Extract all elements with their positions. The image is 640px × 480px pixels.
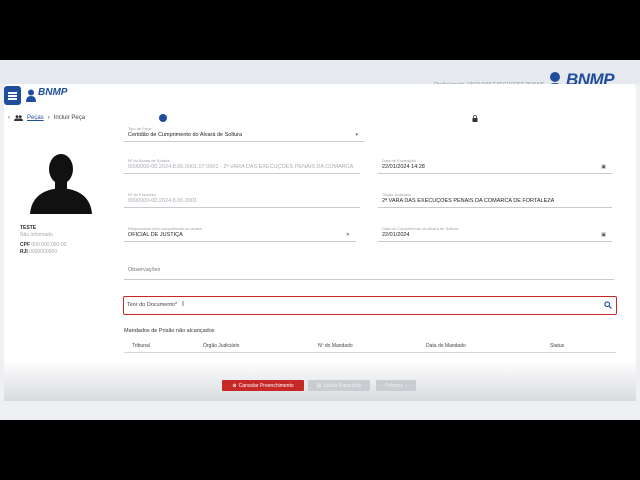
alvara-number-value: 0000000-00.2024.8.06.0001.07.0001 - 2ª V… (128, 164, 354, 170)
column-status: Status (550, 343, 565, 349)
users-icon (14, 115, 23, 121)
floppy-icon: ▤ (316, 382, 322, 389)
breadcrumb: ‹ Peças › Incluir Peça (8, 112, 85, 124)
person-avatar (30, 154, 92, 214)
judicial-body-field[interactable]: Órgão Judiciário 2ª VARA DAS EXECUÇÕES P… (378, 192, 612, 208)
user-icon[interactable] (159, 114, 167, 122)
cpf-label: CPF (20, 242, 30, 248)
expedition-date-field[interactable]: Data de Expedição 22/01/2024 14:28 ▣ (378, 158, 612, 174)
process-number-value: 0000000-00.2024.8.06.0001 (128, 198, 198, 204)
process-number-field[interactable]: Nº do Processo 0000000-00.2024.8.06.0001 (124, 192, 360, 208)
person-details: TESTE Não informado CPF 000.000.000-00 R… (20, 225, 66, 256)
process-number-label: Nº do Processo (128, 192, 156, 197)
responsible-label: Responsável pelo cumprimento do alvará (128, 226, 202, 231)
responsible-select[interactable]: Responsável pelo cumprimento do alvará O… (124, 226, 356, 242)
cpf-value: 000.000.000-00 (31, 242, 67, 248)
document-content-label: Teor do Documento* (127, 302, 178, 308)
doc-type-value: Certidão de Cumprimento do Alvará de Sol… (128, 132, 243, 138)
text-cursor-icon: I (182, 301, 184, 308)
breadcrumb-separator: › (47, 115, 50, 121)
judicial-body-value: 2ª VARA DAS EXECUÇÕES PENAIS DA COMARCA … (382, 198, 555, 204)
person-name-status: Não informado (20, 232, 53, 238)
breadcrumb-current: Incluir Peça (53, 115, 86, 121)
alvara-number-label: Nº do Alvará de Soltura (128, 158, 170, 163)
document-content-field[interactable]: Teor do Documento* I (123, 296, 617, 315)
person-name: TESTE (20, 225, 37, 231)
column-mandado: Nº do Mandado (318, 343, 353, 349)
calendar-icon[interactable]: ▣ (601, 232, 606, 238)
fulfillment-date-value: 22/01/2024 (382, 232, 410, 238)
cancel-button[interactable]: ⊗ Cancelar Preenchimento (222, 380, 304, 391)
search-icon[interactable] (604, 301, 612, 309)
judicial-body-label: Órgão Judiciário (382, 192, 412, 197)
top-strip (0, 60, 640, 84)
brand-subtitle-small (38, 98, 74, 103)
fulfillment-date-field[interactable]: Data do Cumprimento do Alvará de Soltura… (378, 226, 612, 242)
chevron-right-icon: › (405, 382, 407, 389)
app-window: BNMP Banco Nacional de Medidas Penais e … (0, 60, 640, 420)
observations-field[interactable]: Observações (124, 263, 614, 280)
warrants-table-title: Mandados de Prisão não alcançados (124, 328, 215, 334)
doc-type-select[interactable]: Tipo de Peça Certidão de Cumprimento do … (124, 126, 364, 142)
person-logo-icon (26, 89, 36, 102)
next-button[interactable]: Próximo › (376, 380, 416, 391)
calendar-icon[interactable]: ▣ (601, 164, 606, 170)
responsible-value: OFICIAL DE JUSTIÇA (128, 232, 183, 238)
fulfillment-date-label: Data do Cumprimento do Alvará de Soltura (382, 226, 459, 231)
doc-type-label: Tipo de Peça (128, 126, 152, 131)
menu-button[interactable] (4, 86, 21, 105)
rji-value: 0000000000 (29, 249, 57, 255)
bnmp-logo-sidebar[interactable]: BNMP (26, 87, 76, 105)
expedition-date-value: 22/01/2024 14:28 (382, 164, 425, 170)
warrants-table-header: Tribunal Órgão Judiciário Nº do Mandado … (124, 339, 616, 353)
rji-label: RJI (20, 249, 28, 255)
clear-icon[interactable]: ✕ (346, 232, 350, 238)
brand-name-small: BNMP (38, 87, 68, 98)
save-draft-button[interactable]: ▤ Salvar Rascunho (308, 380, 370, 391)
observations-label: Observações (128, 267, 161, 273)
expedition-date-label: Data de Expedição (382, 158, 416, 163)
chevron-down-icon: ▾ (355, 132, 358, 138)
back-arrow-icon[interactable]: ‹ (8, 115, 10, 121)
breadcrumb-pecas[interactable]: Peças (27, 115, 44, 121)
column-tribunal: Tribunal (132, 343, 150, 349)
alvara-number-field[interactable]: Nº do Alvará de Soltura 0000000-00.2024.… (124, 158, 360, 174)
lock-icon (472, 115, 478, 122)
column-orgao: Órgão Judiciário (203, 343, 240, 349)
cancel-circle-icon: ⊗ (232, 382, 237, 389)
column-data: Data do Mandado (426, 343, 466, 349)
